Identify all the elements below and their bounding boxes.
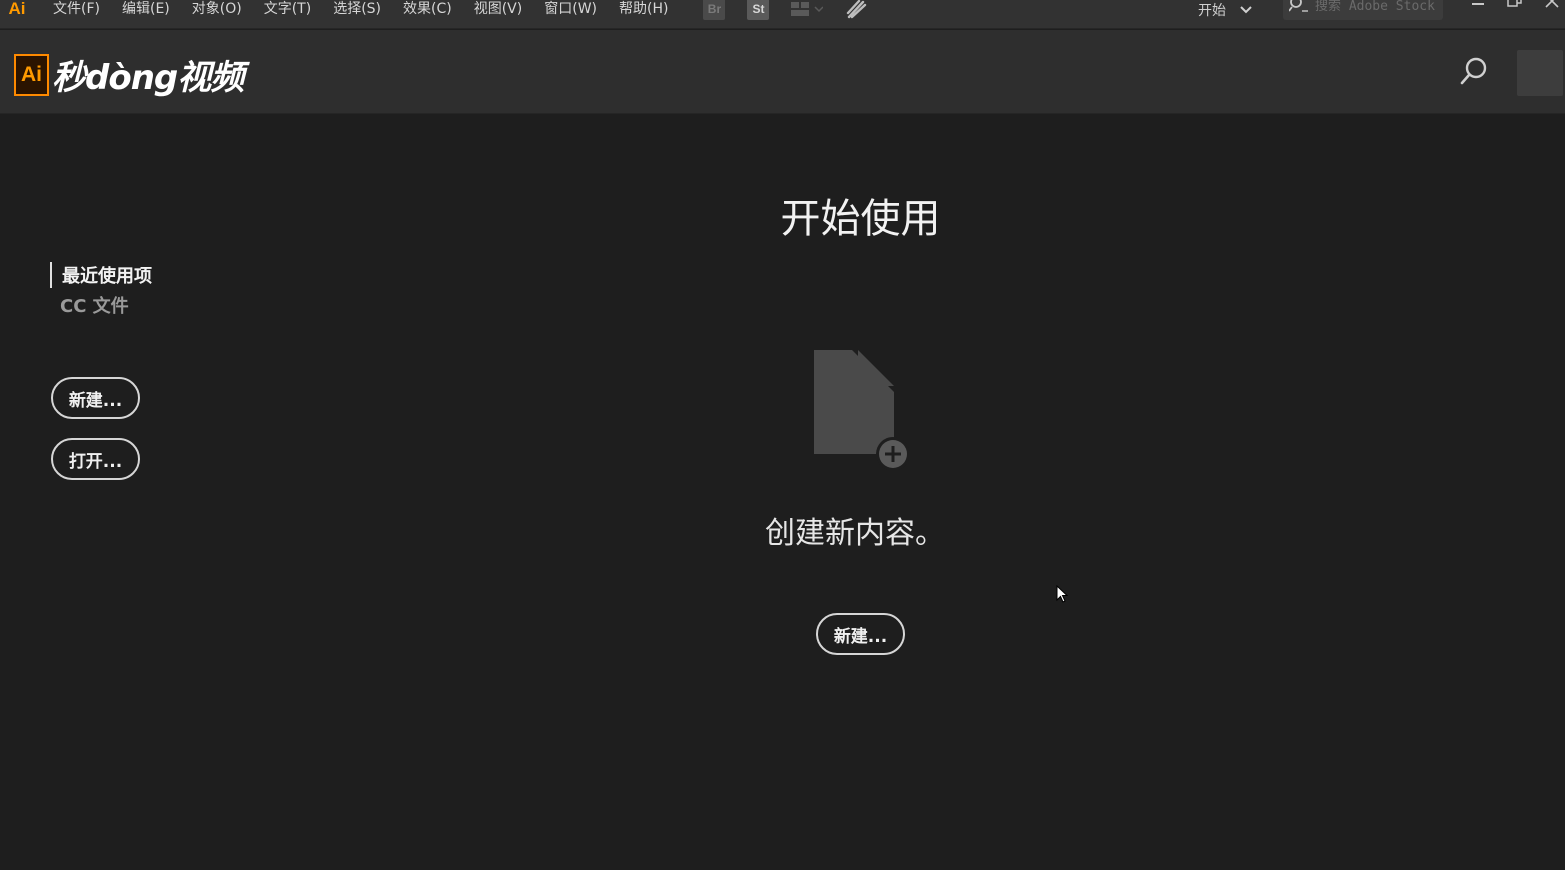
search-icon[interactable]: [1457, 54, 1491, 88]
menu-effect[interactable]: 效果(C): [392, 0, 463, 18]
menu-help[interactable]: 帮助(H): [608, 0, 679, 18]
arrange-documents-icon[interactable]: [791, 0, 824, 20]
mouse-cursor-icon: [1056, 584, 1069, 603]
home-header: Ai 秒dòng视频: [0, 30, 1565, 114]
menu-window[interactable]: 窗口(W): [533, 0, 608, 18]
sidebar: 最近使用项 CC 文件: [50, 262, 152, 321]
sidebar-item-recent[interactable]: 最近使用项: [50, 262, 152, 288]
window-controls: [1471, 0, 1565, 12]
menu-items: 文件(F) 编辑(E) 对象(O) 文字(T) 选择(S) 效果(C) 视图(V…: [42, 0, 679, 18]
stock-search-input[interactable]: [1315, 0, 1439, 14]
page-title: 开始使用: [780, 196, 941, 242]
chevron-down-icon: [1240, 2, 1252, 18]
stock-icon[interactable]: St: [747, 0, 770, 20]
menu-object[interactable]: 对象(O): [181, 0, 253, 18]
menu-edit[interactable]: 编辑(E): [111, 0, 181, 18]
bridge-icon[interactable]: Br: [703, 0, 726, 20]
minimize-icon[interactable]: [1471, 0, 1485, 12]
workspace-label: 开始: [1198, 3, 1226, 19]
new-document-icon: [812, 348, 912, 472]
toolbar-icons: Br St: [703, 0, 867, 20]
create-new-text: 创建新内容。: [765, 516, 945, 551]
app-logo-icon: Ai: [8, 0, 26, 18]
brand-ai-badge: Ai: [14, 53, 49, 96]
sidebar-open-button[interactable]: 打开...: [51, 438, 140, 480]
menu-file[interactable]: 文件(F): [42, 0, 111, 18]
workspace-switcher[interactable]: 开始: [1198, 0, 1252, 20]
search-icon: [1288, 0, 1309, 16]
menu-type[interactable]: 文字(T): [253, 0, 322, 18]
avatar[interactable]: [1517, 50, 1563, 96]
menu-select[interactable]: 选择(S): [322, 0, 392, 18]
brand-text: 秒dòng视频: [52, 58, 244, 98]
stock-search-box: [1283, 0, 1443, 20]
sidebar-item-cc-files[interactable]: CC 文件: [50, 288, 152, 321]
brand-logo: Ai 秒dòng视频: [14, 50, 244, 99]
close-icon[interactable]: [1545, 0, 1559, 12]
main-new-button[interactable]: 新建...: [816, 613, 905, 655]
restore-icon[interactable]: [1507, 0, 1523, 12]
gpu-performance-icon[interactable]: [845, 0, 867, 20]
sidebar-new-button[interactable]: 新建...: [51, 377, 140, 419]
menu-view[interactable]: 视图(V): [463, 0, 534, 18]
